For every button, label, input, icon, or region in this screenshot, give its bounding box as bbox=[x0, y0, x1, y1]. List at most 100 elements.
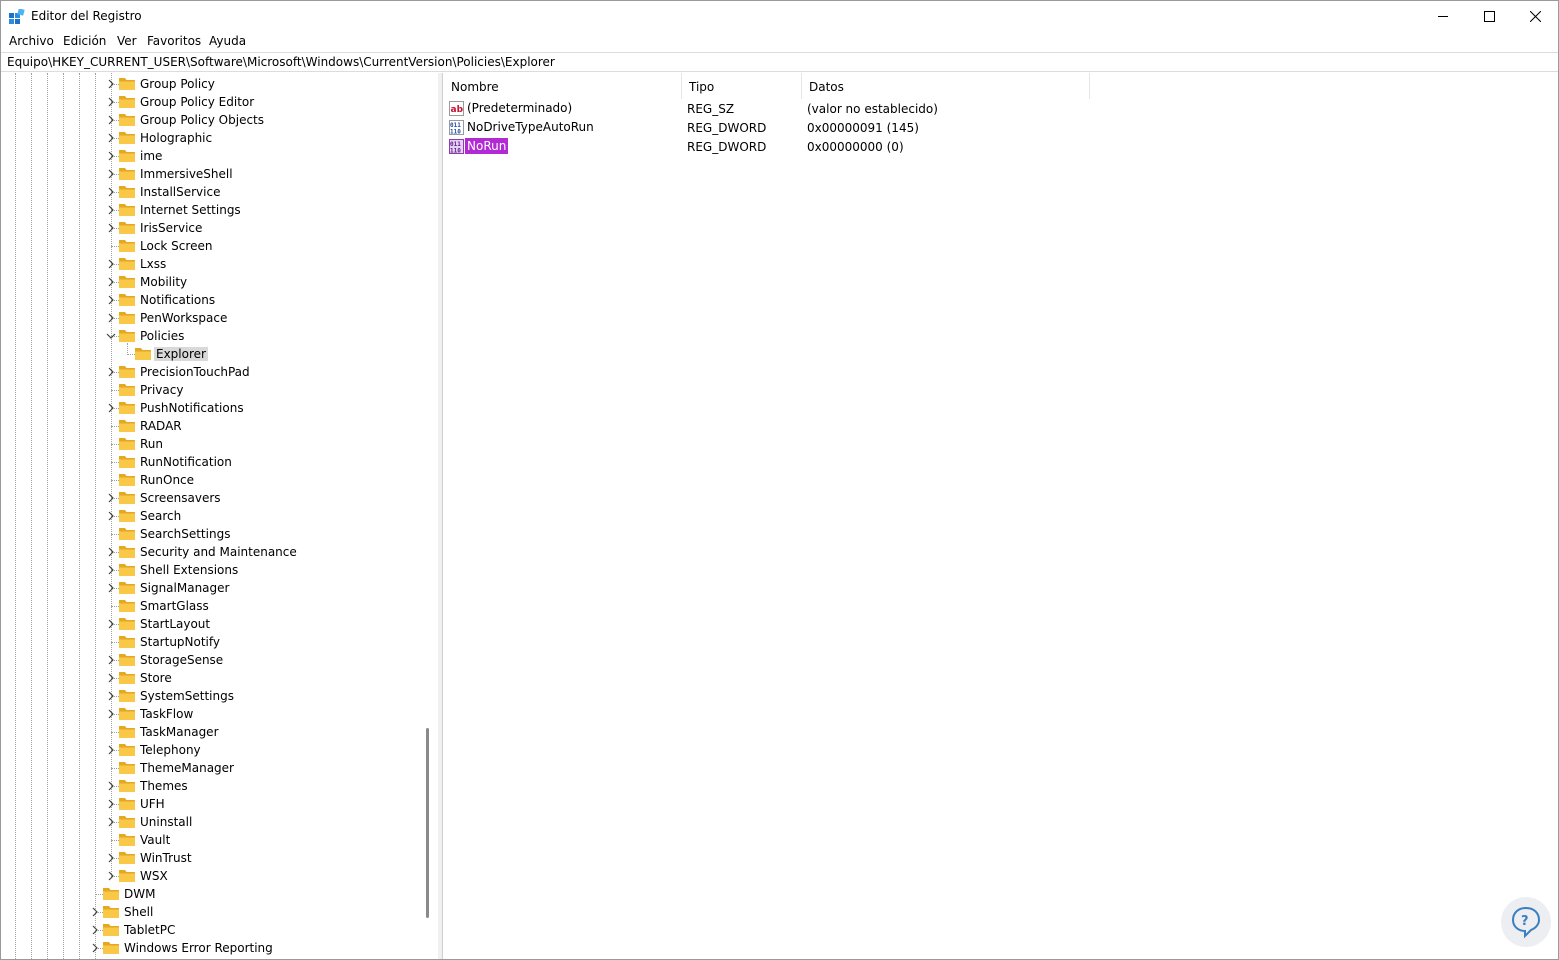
column-divider[interactable] bbox=[1089, 73, 1090, 99]
chevron-right-icon[interactable] bbox=[106, 223, 116, 233]
tree-node[interactable]: SmartGlass bbox=[1, 597, 421, 615]
chevron-right-icon[interactable] bbox=[106, 691, 116, 701]
tree-node[interactable]: RunNotification bbox=[1, 453, 421, 471]
chevron-right-icon[interactable] bbox=[106, 799, 116, 809]
chevron-down-icon[interactable] bbox=[106, 331, 116, 341]
tree-node[interactable]: ImmersiveShell bbox=[1, 165, 421, 183]
tree-node[interactable]: SearchSettings bbox=[1, 525, 421, 543]
tree-node[interactable]: TaskManager bbox=[1, 723, 421, 741]
menu-favoritos[interactable]: Favoritos bbox=[147, 34, 201, 48]
tree-node[interactable]: Store bbox=[1, 669, 421, 687]
tree-node[interactable]: Telephony bbox=[1, 741, 421, 759]
tree-scrollbar[interactable] bbox=[426, 728, 429, 918]
tree-node[interactable]: TaskFlow bbox=[1, 705, 421, 723]
column-header-tipo[interactable]: Tipo bbox=[681, 73, 801, 99]
tree-node[interactable]: StartLayout bbox=[1, 615, 421, 633]
chevron-right-icon[interactable] bbox=[106, 871, 116, 881]
chevron-right-icon[interactable] bbox=[106, 493, 116, 503]
chevron-right-icon[interactable] bbox=[106, 367, 116, 377]
title-bar[interactable]: Editor del Registro bbox=[1, 1, 1558, 32]
tree-node[interactable]: Internet Settings bbox=[1, 201, 421, 219]
chevron-right-icon[interactable] bbox=[106, 619, 116, 629]
chevron-right-icon[interactable] bbox=[106, 313, 116, 323]
column-header-datos[interactable]: Datos bbox=[801, 73, 1089, 99]
tree-node[interactable]: Group Policy bbox=[1, 75, 421, 93]
tree-node[interactable]: SystemSettings bbox=[1, 687, 421, 705]
tree-node[interactable]: WSX bbox=[1, 867, 421, 885]
chevron-right-icon[interactable] bbox=[106, 673, 116, 683]
chevron-right-icon[interactable] bbox=[106, 133, 116, 143]
chevron-right-icon[interactable] bbox=[106, 169, 116, 179]
value-row-selected[interactable]: 011 110 NoRun REG_DWORD 0x00000000 (0) bbox=[443, 137, 1243, 156]
chevron-right-icon[interactable] bbox=[90, 925, 100, 935]
values-list[interactable]: Nombre Tipo Datos ab (Predeterminado) RE… bbox=[442, 73, 1558, 959]
tree-node[interactable]: StorageSense bbox=[1, 651, 421, 669]
chevron-right-icon[interactable] bbox=[90, 943, 100, 953]
tree-node[interactable]: Group Policy Editor bbox=[1, 93, 421, 111]
tree-node[interactable]: Uninstall bbox=[1, 813, 421, 831]
chevron-right-icon[interactable] bbox=[106, 187, 116, 197]
tree-node[interactable]: RunOnce bbox=[1, 471, 421, 489]
tree-node[interactable]: Shell bbox=[1, 903, 421, 921]
maximize-button[interactable] bbox=[1466, 1, 1512, 32]
tree-node[interactable]: Notifications bbox=[1, 291, 421, 309]
menu-ver[interactable]: Ver bbox=[117, 34, 137, 48]
tree-node[interactable]: Policies bbox=[1, 327, 421, 345]
tree-node[interactable]: PrecisionTouchPad bbox=[1, 363, 421, 381]
tree-node[interactable]: Run bbox=[1, 435, 421, 453]
tree-node[interactable]: Holographic bbox=[1, 129, 421, 147]
tree-node[interactable]: Lock Screen bbox=[1, 237, 421, 255]
tree-node[interactable]: SignalManager bbox=[1, 579, 421, 597]
tree-node[interactable]: RADAR bbox=[1, 417, 421, 435]
chevron-right-icon[interactable] bbox=[106, 565, 116, 575]
minimize-button[interactable] bbox=[1420, 1, 1466, 32]
tree-node[interactable]: Shell Extensions bbox=[1, 561, 421, 579]
tree-node[interactable]: Mobility bbox=[1, 273, 421, 291]
tree-node[interactable]: Vault bbox=[1, 831, 421, 849]
menu-archivo[interactable]: Archivo bbox=[9, 34, 54, 48]
chevron-right-icon[interactable] bbox=[106, 709, 116, 719]
chevron-right-icon[interactable] bbox=[106, 403, 116, 413]
tree-node[interactable]: DWM bbox=[1, 885, 421, 903]
tree-node[interactable]: Privacy bbox=[1, 381, 421, 399]
tree-node[interactable]: ThemeManager bbox=[1, 759, 421, 777]
tree-node-selected[interactable]: Explorer bbox=[1, 345, 421, 363]
chevron-right-icon[interactable] bbox=[106, 817, 116, 827]
tree-node[interactable]: Group Policy Objects bbox=[1, 111, 421, 129]
address-bar[interactable]: Equipo\HKEY_CURRENT_USER\Software\Micros… bbox=[1, 52, 1558, 72]
chevron-right-icon[interactable] bbox=[106, 79, 116, 89]
menu-ayuda[interactable]: Ayuda bbox=[209, 34, 246, 48]
address-path[interactable]: Equipo\HKEY_CURRENT_USER\Software\Micros… bbox=[7, 55, 555, 69]
chevron-right-icon[interactable] bbox=[106, 115, 116, 125]
chevron-right-icon[interactable] bbox=[106, 583, 116, 593]
chevron-right-icon[interactable] bbox=[106, 745, 116, 755]
menu-edicion[interactable]: Edición bbox=[63, 34, 106, 48]
chevron-right-icon[interactable] bbox=[106, 205, 116, 215]
close-button[interactable] bbox=[1512, 1, 1558, 32]
chevron-right-icon[interactable] bbox=[106, 511, 116, 521]
tree-node[interactable]: Security and Maintenance bbox=[1, 543, 421, 561]
chevron-right-icon[interactable] bbox=[106, 259, 116, 269]
value-row[interactable]: ab (Predeterminado) REG_SZ (valor no est… bbox=[443, 99, 1243, 118]
tree-node[interactable]: UFH bbox=[1, 795, 421, 813]
chevron-right-icon[interactable] bbox=[106, 151, 116, 161]
chevron-right-icon[interactable] bbox=[106, 781, 116, 791]
tree-node[interactable]: ime bbox=[1, 147, 421, 165]
chevron-right-icon[interactable] bbox=[106, 853, 116, 863]
tree-node[interactable]: WinTrust bbox=[1, 849, 421, 867]
tree-node[interactable]: InstallService bbox=[1, 183, 421, 201]
tree-node[interactable]: Screensavers bbox=[1, 489, 421, 507]
chevron-right-icon[interactable] bbox=[106, 547, 116, 557]
chevron-right-icon[interactable] bbox=[106, 97, 116, 107]
value-row[interactable]: 011 110 NoDriveTypeAutoRun REG_DWORD 0x0… bbox=[443, 118, 1243, 137]
tree-node[interactable]: Windows Error Reporting bbox=[1, 939, 421, 957]
tree-node[interactable]: TabletPC bbox=[1, 921, 421, 939]
tree-node[interactable]: StartupNotify bbox=[1, 633, 421, 651]
tree-node[interactable]: Themes bbox=[1, 777, 421, 795]
column-header-nombre[interactable]: Nombre bbox=[443, 73, 681, 99]
chevron-right-icon[interactable] bbox=[106, 277, 116, 287]
tree-node[interactable]: PenWorkspace bbox=[1, 309, 421, 327]
chevron-right-icon[interactable] bbox=[90, 907, 100, 917]
tree-node[interactable]: IrisService bbox=[1, 219, 421, 237]
registry-key-tree[interactable]: Group Policy Group Policy Editor Group Pol… bbox=[1, 73, 439, 959]
